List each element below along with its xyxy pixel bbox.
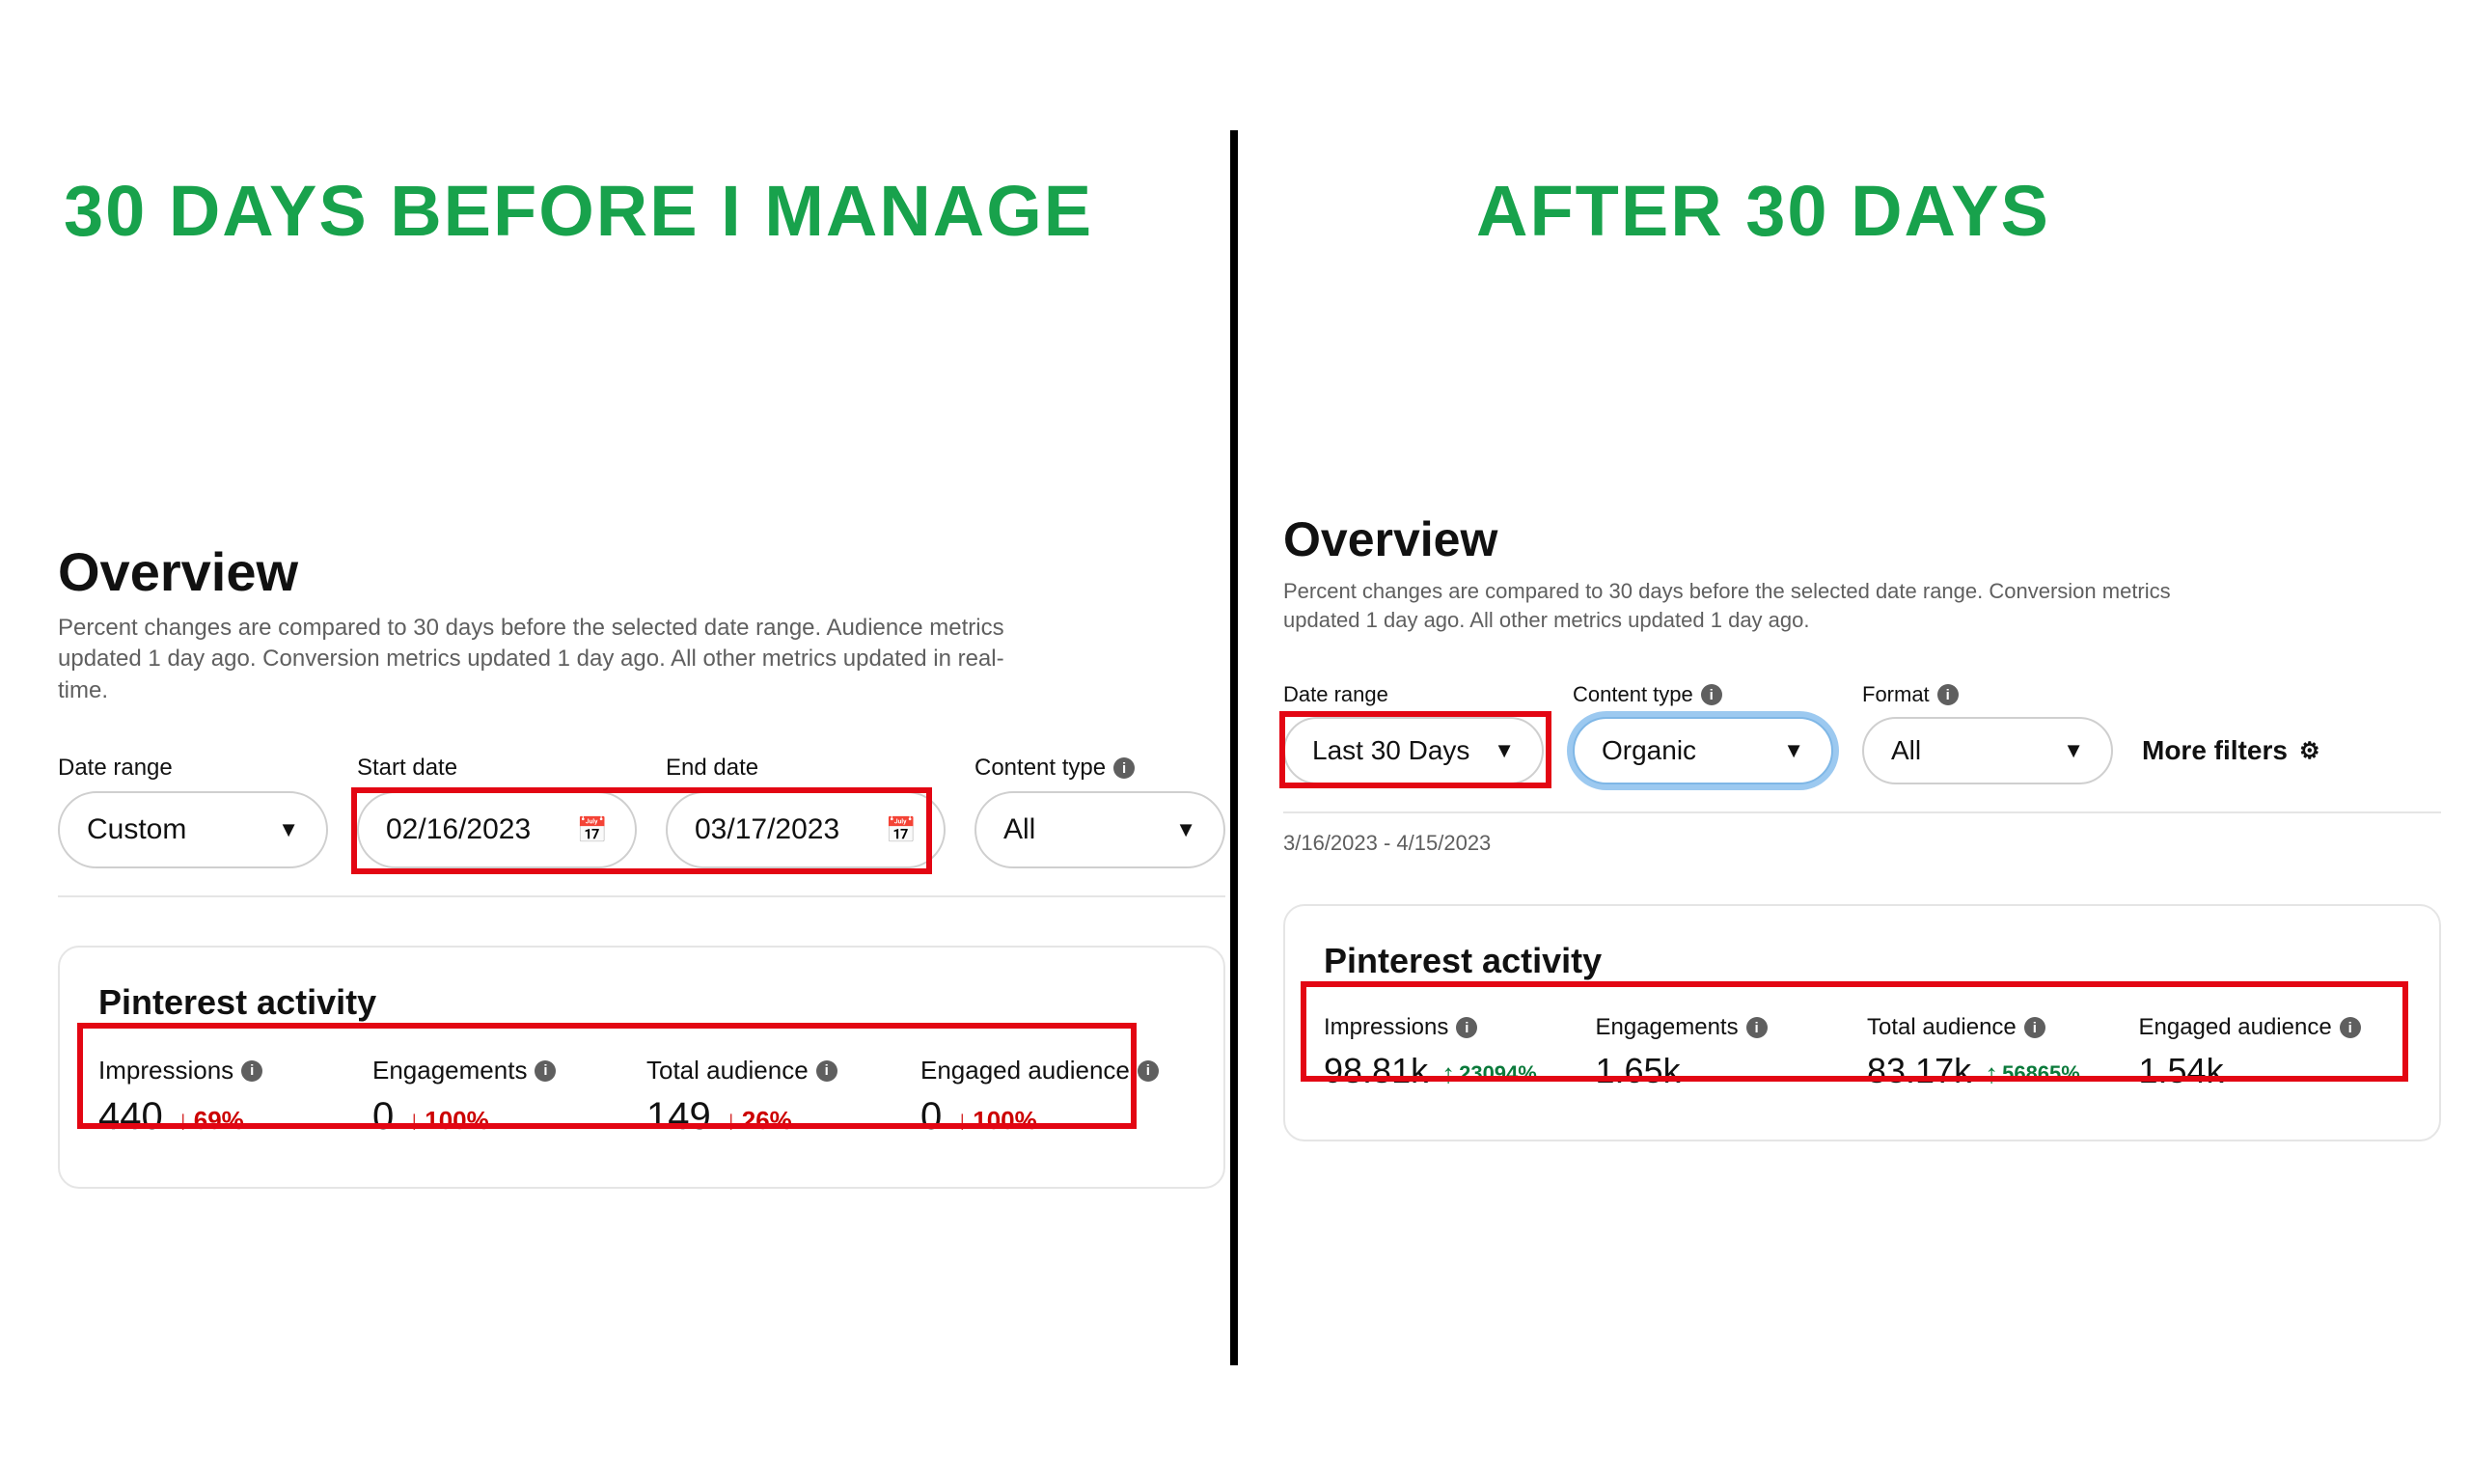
- start-date-label: Start date: [357, 755, 637, 782]
- metric-label: Engagements: [372, 1056, 527, 1086]
- metric-value: 1.65k: [1596, 1051, 1681, 1091]
- vertical-divider: [1230, 130, 1238, 1365]
- calendar-icon: 📅: [886, 815, 917, 845]
- trend-up: ↑23094%: [1441, 1060, 1537, 1087]
- panel-before: Overview Percent changes are compared to…: [58, 540, 1225, 1189]
- pinterest-activity-card: Pinterest activity Impressions i 98.81k ↑…: [1283, 904, 2441, 1141]
- info-icon[interactable]: i: [816, 1060, 837, 1082]
- trend-down: ↓69%: [177, 1106, 244, 1136]
- chevron-down-icon: ▼: [1175, 817, 1196, 842]
- start-date-value: 02/16/2023: [386, 813, 531, 846]
- metric-label: Engaged audience: [920, 1056, 1130, 1086]
- calendar-icon: 📅: [577, 815, 608, 845]
- card-title: Pinterest activity: [98, 982, 1185, 1023]
- overview-subtitle: Percent changes are compared to 30 days …: [58, 613, 1023, 706]
- info-icon[interactable]: i: [1113, 757, 1135, 779]
- metric-value: 0: [920, 1095, 942, 1139]
- card-title: Pinterest activity: [1324, 941, 2401, 981]
- sliders-icon: ⚙: [2299, 737, 2320, 765]
- chevron-down-icon: ▼: [2063, 738, 2084, 763]
- date-range-value: Custom: [87, 813, 186, 846]
- metric-label: Impressions: [98, 1056, 233, 1086]
- info-icon[interactable]: i: [1138, 1060, 1159, 1082]
- chevron-down-icon: ▼: [278, 817, 299, 842]
- chevron-down-icon: ▼: [1783, 738, 1804, 763]
- panel-after: Overview Percent changes are compared to…: [1283, 511, 2441, 1141]
- info-icon[interactable]: i: [2340, 1017, 2361, 1038]
- format-label: Format i: [1862, 682, 2113, 707]
- trend-down: ↓26%: [725, 1106, 792, 1136]
- content-type-select[interactable]: All ▼: [974, 791, 1225, 868]
- metric-value: 83.17k: [1867, 1051, 1971, 1091]
- info-icon[interactable]: i: [2024, 1017, 2045, 1038]
- trend-down: ↓100%: [407, 1106, 489, 1136]
- content-type-value: All: [1003, 813, 1035, 846]
- arrow-up-icon: ↑: [1441, 1060, 1455, 1087]
- overview-title: Overview: [1283, 511, 2441, 567]
- info-icon[interactable]: i: [241, 1060, 262, 1082]
- metric-label: Total audience: [646, 1056, 809, 1086]
- overview-title: Overview: [58, 540, 1225, 603]
- end-date-value: 03/17/2023: [695, 813, 839, 846]
- metric-value: 1.54k: [2139, 1051, 2224, 1091]
- metric-label: Engagements: [1596, 1014, 1739, 1041]
- metric-label: Total audience: [1867, 1014, 2017, 1041]
- arrow-down-icon: ↓: [177, 1107, 190, 1134]
- start-date-input[interactable]: 02/16/2023 📅: [357, 791, 637, 868]
- date-range-select[interactable]: Last 30 Days ▼: [1283, 717, 1544, 784]
- metric-value: 98.81k: [1324, 1051, 1428, 1091]
- metric-label: Impressions: [1324, 1014, 1448, 1041]
- content-type-select[interactable]: Organic ▼: [1573, 717, 1833, 784]
- arrow-down-icon: ↓: [725, 1107, 738, 1134]
- pinterest-activity-card: Pinterest activity Impressions i 440 ↓69%…: [58, 946, 1225, 1189]
- date-range-value: Last 30 Days: [1312, 735, 1469, 766]
- arrow-down-icon: ↓: [955, 1107, 969, 1134]
- metric-value: 149: [646, 1095, 711, 1139]
- arrow-down-icon: ↓: [407, 1107, 421, 1134]
- metric-value: 440: [98, 1095, 163, 1139]
- date-range-label: Date range: [1283, 682, 1544, 707]
- end-date-input[interactable]: 03/17/2023 📅: [666, 791, 946, 868]
- format-value: All: [1891, 735, 1921, 766]
- headline-before: 30 DAYS BEFORE I MANAGE: [64, 170, 1093, 252]
- format-select[interactable]: All ▼: [1862, 717, 2113, 784]
- chevron-down-icon: ▼: [1494, 738, 1515, 763]
- overview-subtitle: Percent changes are compared to 30 days …: [1283, 577, 2248, 634]
- date-range-summary: 3/16/2023 - 4/15/2023: [1283, 831, 2441, 856]
- info-icon[interactable]: i: [1701, 684, 1722, 705]
- info-icon[interactable]: i: [1746, 1017, 1768, 1038]
- info-icon[interactable]: i: [1937, 684, 1959, 705]
- more-filters-button[interactable]: More filters ⚙: [2142, 717, 2319, 784]
- end-date-label: End date: [666, 755, 946, 782]
- metric-label: Engaged audience: [2139, 1014, 2332, 1041]
- info-icon[interactable]: i: [1456, 1017, 1477, 1038]
- content-type-label: Content type i: [1573, 682, 1833, 707]
- content-type-label: Content type i: [974, 755, 1225, 782]
- trend-up: ↑56865%: [1985, 1060, 2080, 1087]
- metric-value: 0: [372, 1095, 394, 1139]
- content-type-value: Organic: [1602, 735, 1696, 766]
- date-range-label: Date range: [58, 755, 328, 782]
- arrow-up-icon: ↑: [1985, 1060, 1998, 1087]
- headline-after: AFTER 30 DAYS: [1476, 170, 2050, 252]
- date-range-select[interactable]: Custom ▼: [58, 791, 328, 868]
- trend-down: ↓100%: [955, 1106, 1037, 1136]
- info-icon[interactable]: i: [535, 1060, 556, 1082]
